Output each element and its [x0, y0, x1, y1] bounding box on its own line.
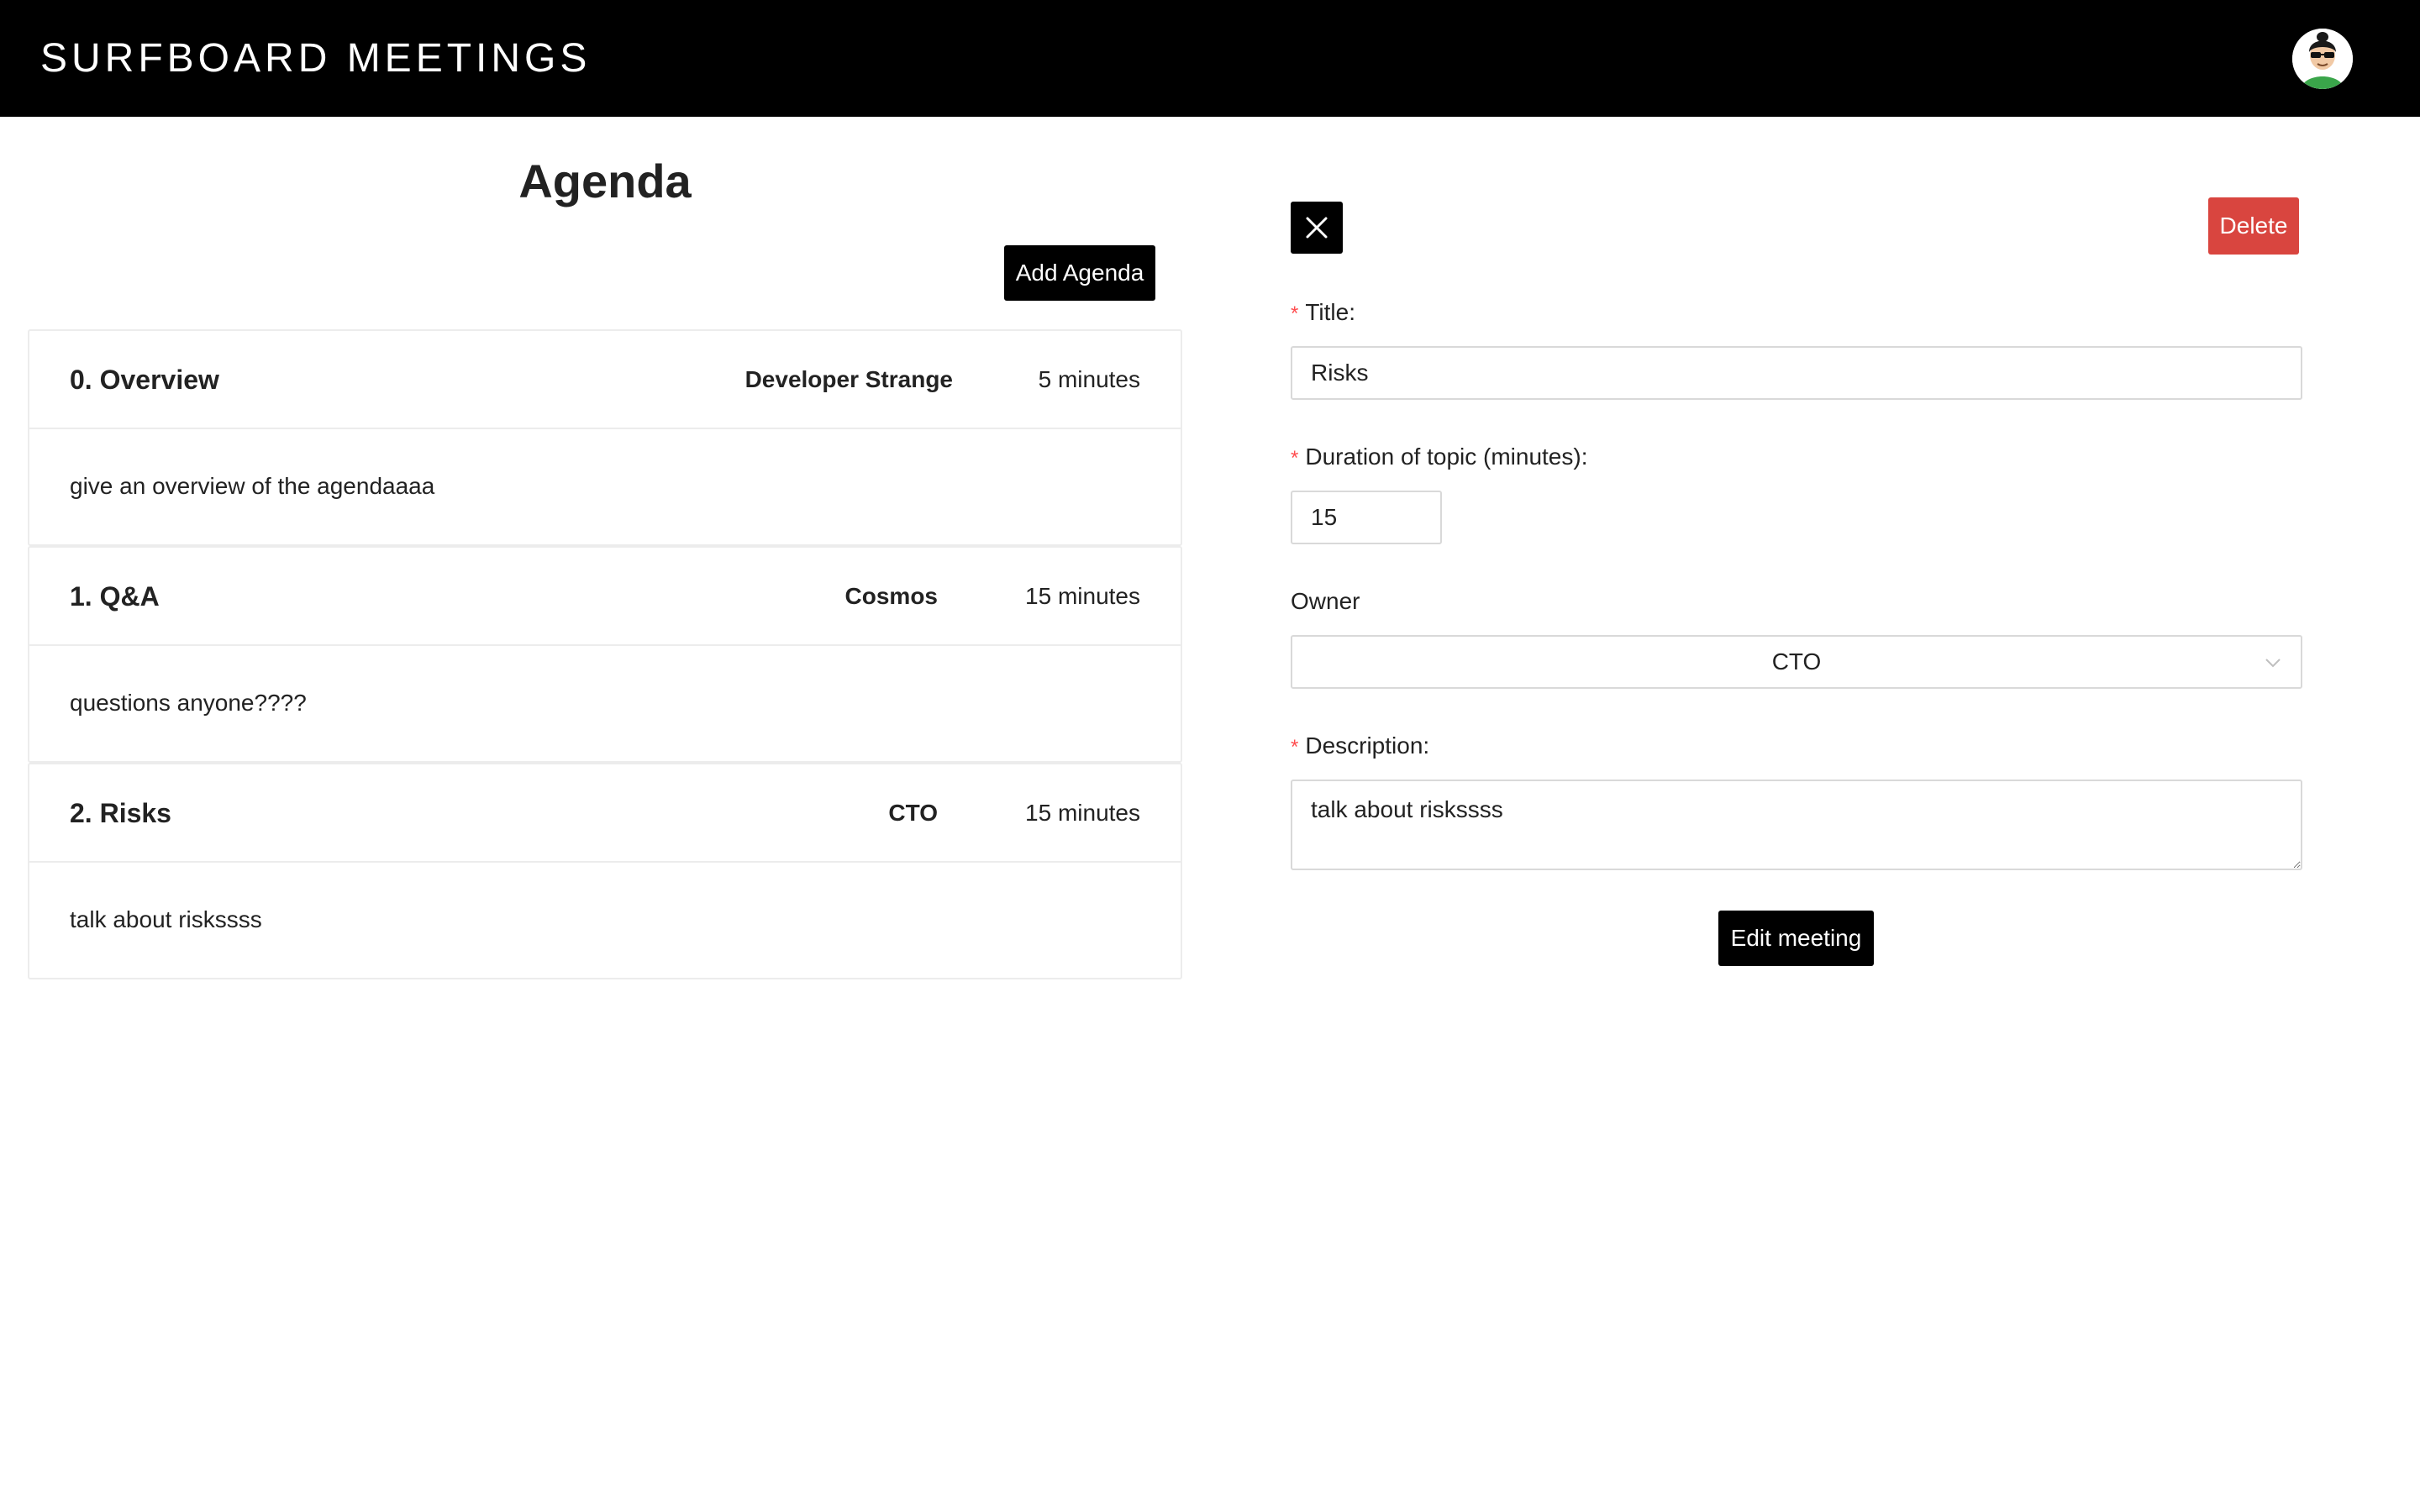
- agenda-item-header: 1. Q&A Cosmos 15 minutes: [29, 548, 1181, 646]
- duration-label: * Duration of topic (minutes):: [1291, 442, 1587, 474]
- agenda-item-owner: Developer Strange: [744, 366, 953, 392]
- delete-button[interactable]: Delete: [2208, 197, 2299, 255]
- agenda-item-title: 0. Overview: [70, 365, 219, 395]
- agenda-item[interactable]: 0. Overview Developer Strange 5 minutes …: [28, 329, 1182, 546]
- agenda-item-description: give an overview of the agendaaaa: [70, 473, 435, 499]
- owner-label: Owner: [1291, 588, 1360, 614]
- brand-title: SURFBOARD MEETINGS: [40, 36, 592, 81]
- agenda-item-owner: Cosmos: [844, 583, 938, 609]
- agenda-item-body: give an overview of the agendaaaa: [29, 429, 1181, 546]
- chevron-down-icon: [2265, 659, 2281, 668]
- description-label: * Description:: [1291, 731, 1429, 763]
- agenda-item-header: 2. Risks CTO 15 minutes: [29, 764, 1181, 863]
- title-label-text: Title:: [1305, 299, 1355, 325]
- description-textarea[interactable]: talk about riskssss: [1291, 780, 2302, 870]
- close-button[interactable]: [1291, 202, 1343, 254]
- duration-label-text: Duration of topic (minutes):: [1305, 444, 1588, 470]
- agenda-item-description: questions anyone????: [70, 690, 307, 716]
- required-mark: *: [1291, 302, 1299, 325]
- owner-select-value: CTO: [1771, 648, 1822, 675]
- agenda-item-duration: 5 minutes: [1038, 366, 1140, 392]
- agenda-item-owner: CTO: [888, 800, 938, 826]
- add-agenda-button[interactable]: Add Agenda: [1004, 245, 1155, 301]
- agenda-item[interactable]: 1. Q&A Cosmos 15 minutes questions anyon…: [28, 546, 1182, 763]
- user-avatar-icon[interactable]: [2292, 29, 2353, 89]
- title-input[interactable]: [1291, 346, 2302, 400]
- title-label: * Title:: [1291, 297, 1355, 329]
- owner-select[interactable]: CTO: [1291, 635, 2302, 689]
- required-mark: *: [1291, 736, 1299, 759]
- agenda-item-description: talk about riskssss: [70, 906, 262, 932]
- description-label-text: Description:: [1305, 732, 1430, 759]
- top-bar: SURFBOARD MEETINGS: [0, 0, 2420, 117]
- agenda-item-title: 1. Q&A: [70, 581, 160, 612]
- agenda-item-body: questions anyone????: [29, 646, 1181, 763]
- agenda-item-title: 2. Risks: [70, 798, 171, 828]
- duration-input[interactable]: [1291, 491, 1442, 544]
- agenda-item-duration: 15 minutes: [1025, 800, 1140, 826]
- agenda-item[interactable]: 2. Risks CTO 15 minutes talk about risks…: [28, 763, 1182, 979]
- agenda-item-header: 0. Overview Developer Strange 5 minutes: [29, 331, 1181, 429]
- agenda-item-duration: 15 minutes: [1025, 583, 1140, 609]
- agenda-heading: Agenda: [518, 155, 692, 207]
- close-icon: [1306, 217, 1328, 239]
- edit-meeting-button[interactable]: Edit meeting: [1718, 911, 1874, 966]
- agenda-list: 0. Overview Developer Strange 5 minutes …: [28, 329, 1182, 979]
- agenda-item-body: talk about riskssss: [29, 863, 1181, 979]
- required-mark: *: [1291, 447, 1299, 470]
